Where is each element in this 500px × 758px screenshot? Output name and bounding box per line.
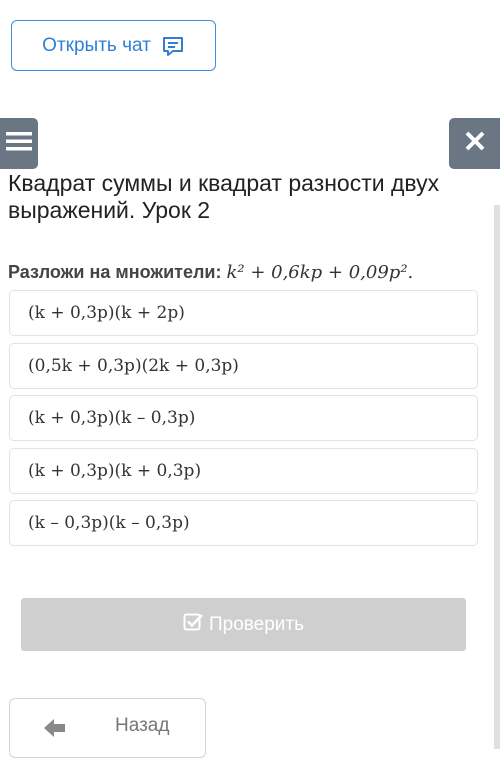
answer-option-1[interactable]: (k + 0,3p)(k + 2p) [9,290,478,336]
back-button[interactable]: Назад [9,698,206,758]
answer-options: (k + 0,3p)(k + 2p) (0,5k + 0,3p)(2k + 0,… [9,290,478,553]
close-icon [465,131,485,156]
open-chat-label: Открыть чат [42,34,151,56]
check-button[interactable]: Проверить [21,598,466,651]
question-expression: k² + 0,6kp + 0,09p². [226,262,414,283]
chat-icon [161,34,185,58]
menu-button[interactable] [0,118,38,169]
question-text: Разложи на множители: k² + 0,6kp + 0,09p… [8,262,488,283]
arrow-left-icon [43,717,67,745]
scrollbar[interactable] [494,205,500,749]
checkbox-check-icon [183,612,203,638]
answer-option-3[interactable]: (k + 0,3p)(k – 0,3p) [9,395,478,441]
hamburger-menu-icon [6,131,32,156]
answer-option-2[interactable]: (0,5k + 0,3p)(2k + 0,3p) [9,342,478,389]
close-button[interactable] [449,118,500,169]
lesson-title: Квадрат суммы и квадрат разности двух вы… [8,170,440,223]
back-button-label: Назад [115,715,170,736]
answer-option-4[interactable]: (k + 0,3p)(k + 0,3p) [9,447,478,494]
answer-option-5[interactable]: (k – 0,3p)(k – 0,3p) [9,500,478,546]
open-chat-button[interactable]: Открыть чат [11,20,216,71]
question-label: Разложи на множители: [8,262,222,282]
check-button-label: Проверить [208,613,305,635]
